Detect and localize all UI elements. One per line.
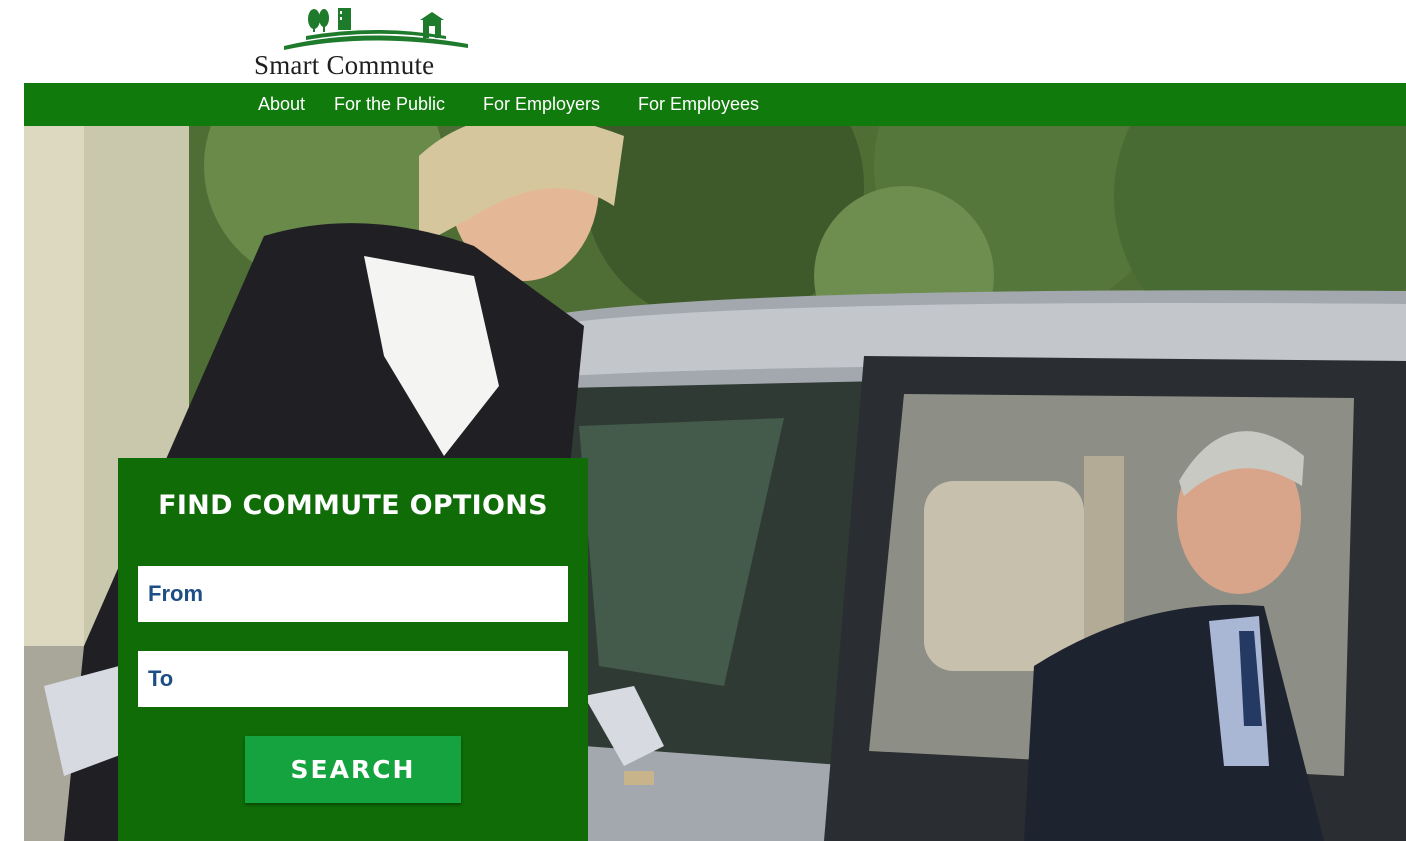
to-input[interactable] [138, 651, 568, 707]
nav-about[interactable]: About [258, 94, 305, 115]
nav-for-the-public[interactable]: For the Public [334, 94, 445, 115]
logo-mark-icon [284, 8, 468, 50]
commute-finder-panel: FIND COMMUTE OPTIONS SEARCH [118, 458, 588, 841]
main-nav: About For the Public For Employers For E… [24, 83, 1406, 126]
finder-title: FIND COMMUTE OPTIONS [158, 490, 548, 521]
search-button[interactable]: SEARCH [245, 736, 461, 803]
logo-text: Smart Commute [254, 50, 435, 80]
site-logo[interactable]: Smart Commute [254, 6, 484, 80]
nav-for-employees[interactable]: For Employees [638, 94, 759, 115]
from-input[interactable] [138, 566, 568, 622]
site-header: Smart Commute [0, 0, 1406, 83]
nav-for-employers[interactable]: For Employers [483, 94, 600, 115]
